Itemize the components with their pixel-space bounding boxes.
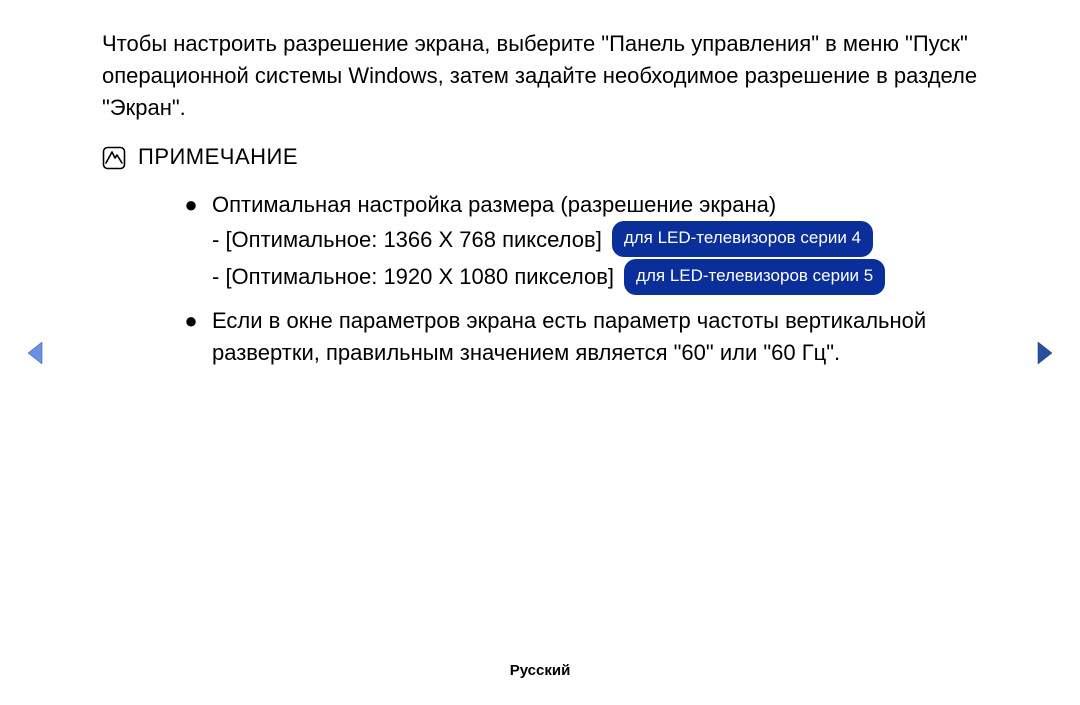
content-area: Чтобы настроить разрешение экрана, выбер… [0, 0, 1080, 369]
note-title: ПРИМЕЧАНИЕ [138, 144, 298, 170]
next-page-button[interactable] [1034, 340, 1054, 371]
prev-page-button[interactable] [26, 340, 46, 371]
series-badge: для LED-телевизоров серии 4 [612, 221, 873, 257]
bullet-list: ● Оптимальная настройка размера (разреше… [184, 189, 1000, 369]
note-heading-row: ПРИМЕЧАНИЕ [102, 144, 1000, 175]
sub-text: - [Оптимальное: 1920 X 1080 пикселов] [212, 258, 614, 295]
bullet-dot-icon: ● [184, 189, 198, 296]
bullet-body: Если в окне параметров экрана есть парам… [212, 305, 1000, 369]
bullet-text: Оптимальная настройка размера (разрешени… [212, 189, 1000, 221]
intro-paragraph: Чтобы настроить разрешение экрана, выбер… [102, 28, 1000, 124]
sub-item: - [Оптимальное: 1366 X 768 пикселов] для… [212, 221, 1000, 258]
note-icon [102, 146, 126, 175]
series-badge: для LED-телевизоров серии 5 [624, 259, 885, 295]
page-root: Чтобы настроить разрешение экрана, выбер… [0, 0, 1080, 705]
bullet-item: ● Оптимальная настройка размера (разреше… [184, 189, 1000, 296]
bullet-dot-icon: ● [184, 305, 198, 369]
bullet-text: Если в окне параметров экрана есть парам… [212, 305, 1000, 369]
sub-item: - [Оптимальное: 1920 X 1080 пикселов] дл… [212, 258, 1000, 295]
sub-list: - [Оптимальное: 1366 X 768 пикселов] для… [212, 221, 1000, 296]
sub-text: - [Оптимальное: 1366 X 768 пикселов] [212, 221, 602, 258]
bullet-body: Оптимальная настройка размера (разрешени… [212, 189, 1000, 296]
bullet-item: ● Если в окне параметров экрана есть пар… [184, 305, 1000, 369]
footer-language: Русский [0, 662, 1080, 679]
